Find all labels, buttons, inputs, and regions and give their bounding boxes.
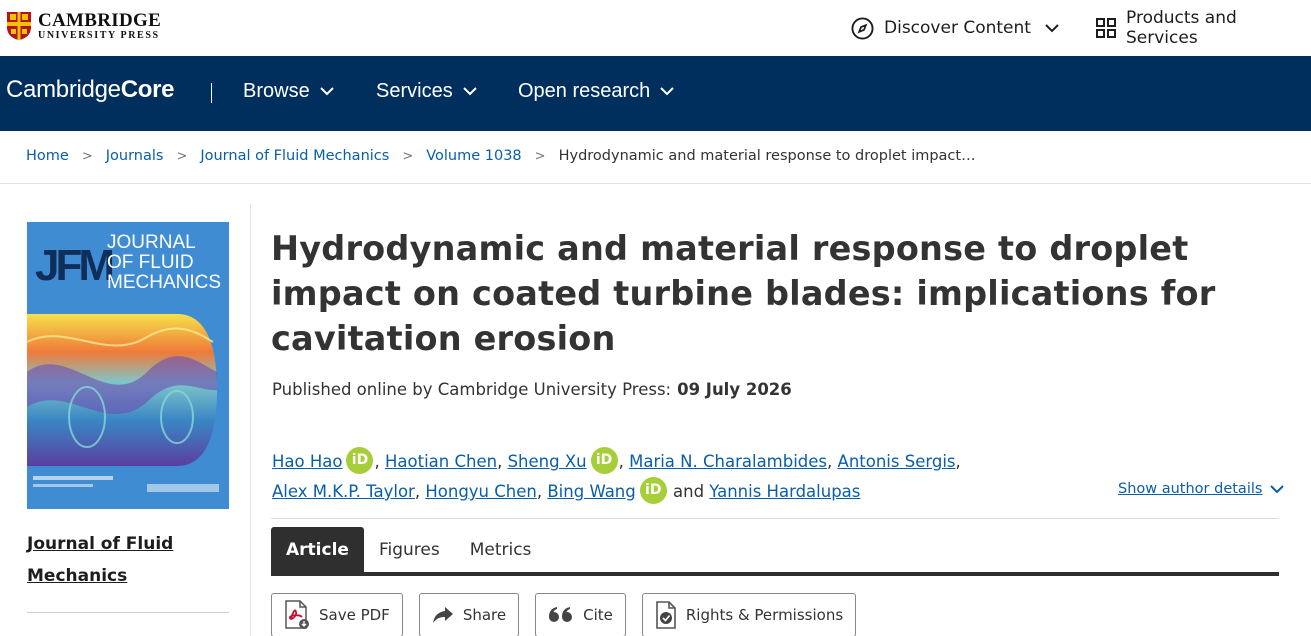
article-tabs: Article Figures Metrics xyxy=(271,527,546,573)
show-author-details-link[interactable]: Show author details xyxy=(1118,481,1285,497)
author-link[interactable]: Hao Hao xyxy=(272,452,342,471)
orcid-icon[interactable]: iD xyxy=(590,447,618,474)
orcid-icon[interactable]: iD xyxy=(639,477,667,504)
cover-title-line3: MECHANICS xyxy=(107,272,221,293)
crest-icon xyxy=(6,11,32,41)
breadcrumb-home[interactable]: Home xyxy=(26,148,69,164)
nav-open-research-label: Open research xyxy=(518,80,651,102)
orcid-icon[interactable]: iD xyxy=(346,447,374,474)
tab-metrics[interactable]: Metrics xyxy=(455,527,547,573)
publisher-name: CAMBRIDGE xyxy=(38,10,162,31)
share-icon xyxy=(432,606,454,624)
cite-label: Cite xyxy=(583,606,613,624)
logo-text-light: Cambridge xyxy=(6,76,121,103)
breadcrumb-bar: Home > Journals > Journal of Fluid Mecha… xyxy=(0,131,1311,184)
rights-permissions-label: Rights & Permissions xyxy=(685,606,844,624)
published-date: 09 July 2026 xyxy=(677,380,792,399)
author-link[interactable]: Alex M.K.P. Taylor xyxy=(272,482,415,501)
author-list: Hao Hao iD, Haotian Chen, Sheng Xu iD, Mar… xyxy=(272,447,1102,507)
cover-title-line1: JOURNAL xyxy=(107,232,196,253)
author-link[interactable]: Yannis Hardalupas xyxy=(709,482,860,501)
logo-text-bold: Core xyxy=(120,76,175,103)
grid-icon xyxy=(1096,18,1116,38)
discover-content-label: Discover Content xyxy=(884,18,1031,38)
products-services-label: Products and Services xyxy=(1126,8,1237,48)
chevron-down-icon xyxy=(319,87,334,96)
breadcrumb-separator: > xyxy=(402,148,414,164)
cover-logo: JFM xyxy=(35,241,112,290)
products-services-menu[interactable]: Products and Services xyxy=(1096,8,1311,48)
breadcrumb-separator: > xyxy=(534,148,546,164)
journal-link[interactable]: Journal of Fluid Mechanics xyxy=(27,528,227,592)
save-pdf-button[interactable]: Save PDF xyxy=(271,593,403,636)
author-link[interactable]: Haotian Chen xyxy=(385,452,497,471)
chevron-down-icon xyxy=(1045,23,1059,33)
tabs-underline xyxy=(271,572,1279,576)
nav-services[interactable]: Services xyxy=(376,80,477,103)
published-prefix: Published online by Cambridge University… xyxy=(272,380,672,399)
cite-button[interactable]: Cite xyxy=(535,593,626,636)
chevron-down-icon xyxy=(660,87,675,96)
divider xyxy=(271,518,1279,519)
published-line: Published online by Cambridge University… xyxy=(272,380,792,399)
breadcrumb: Home > Journals > Journal of Fluid Mecha… xyxy=(26,148,976,164)
compass-icon xyxy=(851,16,874,40)
quote-icon xyxy=(548,606,574,624)
author-link[interactable]: Maria N. Charalambides xyxy=(629,452,827,471)
breadcrumb-journals[interactable]: Journals xyxy=(106,148,164,164)
save-pdf-label: Save PDF xyxy=(319,606,390,624)
main-nav: CambridgeCore Browse Services Open resea… xyxy=(0,56,1311,131)
publisher-subtitle: UNIVERSITY PRESS xyxy=(38,30,160,41)
cambridge-core-logo[interactable]: CambridgeCore xyxy=(6,76,174,104)
share-button[interactable]: Share xyxy=(418,593,520,636)
nav-browse[interactable]: Browse xyxy=(243,80,334,103)
article-title: Hydrodynamic and material response to dr… xyxy=(271,229,1216,358)
tab-figures[interactable]: Figures xyxy=(364,527,455,573)
top-bar: CAMBRIDGE UNIVERSITY PRESS Discover Cont… xyxy=(0,0,1311,56)
column-divider xyxy=(250,204,251,636)
discover-content-menu[interactable]: Discover Content xyxy=(851,14,1059,42)
nav-browse-label: Browse xyxy=(243,80,310,102)
chevron-down-icon xyxy=(1270,484,1285,494)
breadcrumb-journal[interactable]: Journal of Fluid Mechanics xyxy=(200,148,389,164)
show-author-details-label: Show author details xyxy=(1118,481,1263,497)
divider xyxy=(27,612,229,613)
author-link[interactable]: Bing Wang xyxy=(547,482,635,501)
breadcrumb-separator: > xyxy=(81,148,93,164)
breadcrumb-current: Hydrodynamic and material response to dr… xyxy=(558,148,976,164)
author-link[interactable]: Antonis Sergis xyxy=(838,452,956,471)
document-check-icon xyxy=(655,601,677,629)
chevron-down-icon xyxy=(462,87,477,96)
author-link[interactable]: Hongyu Chen xyxy=(425,482,537,501)
nav-services-label: Services xyxy=(376,80,453,102)
journal-cover-image[interactable]: JFM JOURNAL OF FLUID MECHANICS xyxy=(27,222,229,509)
share-label: Share xyxy=(462,606,507,624)
cover-title-line2: OF FLUID xyxy=(107,252,194,273)
pdf-icon xyxy=(284,600,310,630)
breadcrumb-volume[interactable]: Volume 1038 xyxy=(426,148,521,164)
author-link[interactable]: Sheng Xu xyxy=(508,452,587,471)
cambridge-university-press-logo[interactable]: CAMBRIDGE UNIVERSITY PRESS xyxy=(6,11,161,41)
article-actions: Save PDF Share Cite Rights & Permissions xyxy=(271,593,872,636)
rights-permissions-button[interactable]: Rights & Permissions xyxy=(641,593,857,636)
breadcrumb-separator: > xyxy=(176,148,188,164)
nav-open-research[interactable]: Open research xyxy=(518,80,675,103)
tab-article[interactable]: Article xyxy=(271,527,364,573)
and-word: and xyxy=(673,482,705,501)
nav-divider xyxy=(211,83,212,103)
